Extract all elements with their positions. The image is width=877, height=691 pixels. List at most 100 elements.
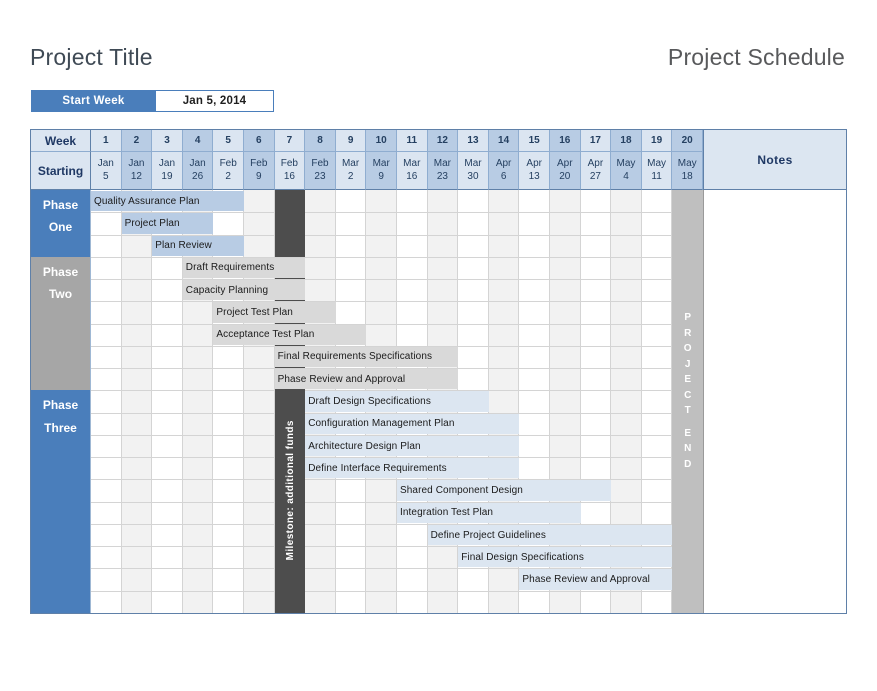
task-bar[interactable]: Define Project Guidelines — [427, 524, 673, 546]
task-bar[interactable]: Project Test Plan — [213, 302, 336, 323]
week-date-header-2: Jan 12 — [121, 152, 153, 190]
week-month: May — [616, 158, 636, 169]
task-bar[interactable]: Draft Requirements — [182, 257, 306, 279]
gantt-grid: Week Starting 1 Jan 5 2 Jan 12 3 Jan 19 4 Jan 26 5 Feb 2… — [30, 129, 847, 614]
phase-label-line2: Two — [48, 286, 73, 301]
week-day: 23 — [436, 170, 448, 182]
week-number-header-13: 13 — [458, 130, 489, 152]
week-date-header-15: Apr 13 — [519, 152, 550, 190]
start-week-row: Start Week Jan 5, 2014 — [31, 90, 274, 112]
task-bar[interactable]: Define Interface Requirements — [305, 458, 520, 479]
week-date-header-8: Feb 23 — [305, 152, 336, 190]
week-number-header-5: 5 — [213, 130, 244, 152]
week-month: Apr — [587, 158, 604, 169]
phase-label-three: Phase Three — [31, 390, 91, 613]
task-label: Phase Review and Approval — [277, 373, 406, 385]
week-date-header-7: Feb 16 — [274, 152, 306, 190]
week-day: 12 — [130, 170, 142, 182]
phase-label-line1: Phase — [42, 264, 79, 279]
start-week-input[interactable]: Jan 5, 2014 — [156, 90, 274, 112]
project-end-column-overlay — [672, 190, 703, 613]
week-number-header-19: 19 — [641, 130, 673, 152]
notes-column-header: Notes — [703, 130, 846, 190]
week-date-header-17: Apr 27 — [580, 152, 612, 190]
task-bar[interactable]: Plan Review — [152, 235, 244, 256]
phase-label-line2: One — [48, 220, 73, 235]
page-title: Project Title — [30, 43, 153, 70]
task-label: Acceptance Test Plan — [216, 329, 315, 341]
week-column-6 — [244, 190, 275, 613]
task-bar[interactable]: Project Plan — [121, 213, 214, 234]
task-bar[interactable]: Phase Review and Approval — [519, 569, 673, 590]
week-number-header-14: 14 — [488, 130, 520, 152]
task-label: Capacity Planning — [185, 284, 269, 296]
week-month: Feb — [250, 158, 268, 169]
week-number-header-2: 2 — [121, 130, 153, 152]
week-day: 9 — [256, 170, 262, 182]
week-day: 5 — [103, 170, 109, 182]
start-week-label: Start Week — [31, 90, 156, 112]
task-label: Project Plan — [124, 217, 180, 229]
week-day: 2 — [225, 170, 231, 182]
week-column-2 — [121, 190, 153, 613]
notes-column-body[interactable] — [703, 190, 846, 613]
task-bar[interactable]: Integration Test Plan — [397, 502, 581, 523]
week-month: Mar — [403, 158, 421, 169]
week-month: Mar — [341, 158, 360, 169]
phase-label-two: Phase Two — [31, 256, 91, 391]
task-bar[interactable]: Final Requirements Specifications — [274, 346, 459, 368]
week-number-header-18: 18 — [611, 130, 642, 152]
milestone-column-overlay — [274, 190, 306, 257]
task-label: Draft Design Specifications — [308, 395, 431, 407]
task-label: Shared Component Design — [400, 485, 523, 497]
week-number-header-15: 15 — [519, 130, 550, 152]
task-label: Architecture Design Plan — [308, 440, 421, 452]
project-schedule-page: Project Title Project Schedule Start Wee… — [0, 0, 877, 691]
task-bar[interactable]: Shared Component Design — [397, 480, 612, 501]
week-day: 11 — [651, 170, 662, 182]
week-day: 16 — [283, 170, 295, 182]
week-date-header-10: Mar 9 — [366, 152, 397, 190]
week-day: 30 — [467, 170, 479, 182]
week-date-header-11: Mar 16 — [397, 152, 428, 190]
week-day: 18 — [681, 170, 693, 182]
task-bar[interactable]: Architecture Design Plan — [305, 435, 520, 457]
week-date-header-9: Mar 2 — [335, 152, 367, 190]
week-day: 4 — [623, 170, 629, 182]
week-month: Mar — [433, 158, 451, 169]
task-bar[interactable]: Acceptance Test Plan — [213, 324, 367, 345]
week-column-1 — [91, 190, 122, 613]
week-month: Feb — [311, 158, 329, 169]
task-bar[interactable]: Draft Design Specifications — [305, 391, 489, 412]
phase-label-line1: Phase — [42, 198, 79, 212]
week-date-header-5: Feb 2 — [213, 152, 244, 190]
milestone-column-overlay-lower — [274, 390, 306, 613]
week-month: Jan — [158, 158, 176, 169]
week-date-header-1: Jan 5 — [91, 152, 122, 190]
week-month: Feb — [280, 158, 298, 169]
task-bar[interactable]: Configuration Management Plan — [305, 413, 520, 434]
task-label: Configuration Management Plan — [308, 418, 455, 430]
week-date-header-13: Mar 30 — [458, 152, 489, 190]
week-day: 23 — [314, 170, 326, 182]
week-month: May — [647, 158, 667, 169]
week-number-header-17: 17 — [580, 130, 612, 152]
week-month: Mar — [372, 158, 390, 169]
starting-row-header: Starting — [31, 152, 91, 190]
week-number-header-3: 3 — [152, 130, 183, 152]
week-number-header-4: 4 — [182, 130, 214, 152]
week-day: 13 — [528, 170, 540, 182]
task-bar[interactable]: Capacity Planning — [182, 280, 306, 301]
week-date-header-4: Jan 26 — [182, 152, 214, 190]
week-month: Feb — [219, 158, 237, 169]
task-bar[interactable]: Quality Assurance Plan — [91, 191, 244, 212]
task-bar[interactable]: Final Design Specifications — [458, 547, 673, 568]
week-date-header-20: May 18 — [672, 152, 703, 190]
task-label: Define Interface Requirements — [308, 462, 447, 474]
week-date-header-6: Feb 9 — [244, 152, 275, 190]
task-bar[interactable]: Phase Review and Approval — [274, 369, 459, 390]
week-date-header-18: May 4 — [611, 152, 642, 190]
phase-label-one: Phase One — [31, 190, 91, 257]
week-month: May — [677, 158, 697, 169]
task-label: Plan Review — [155, 240, 212, 252]
